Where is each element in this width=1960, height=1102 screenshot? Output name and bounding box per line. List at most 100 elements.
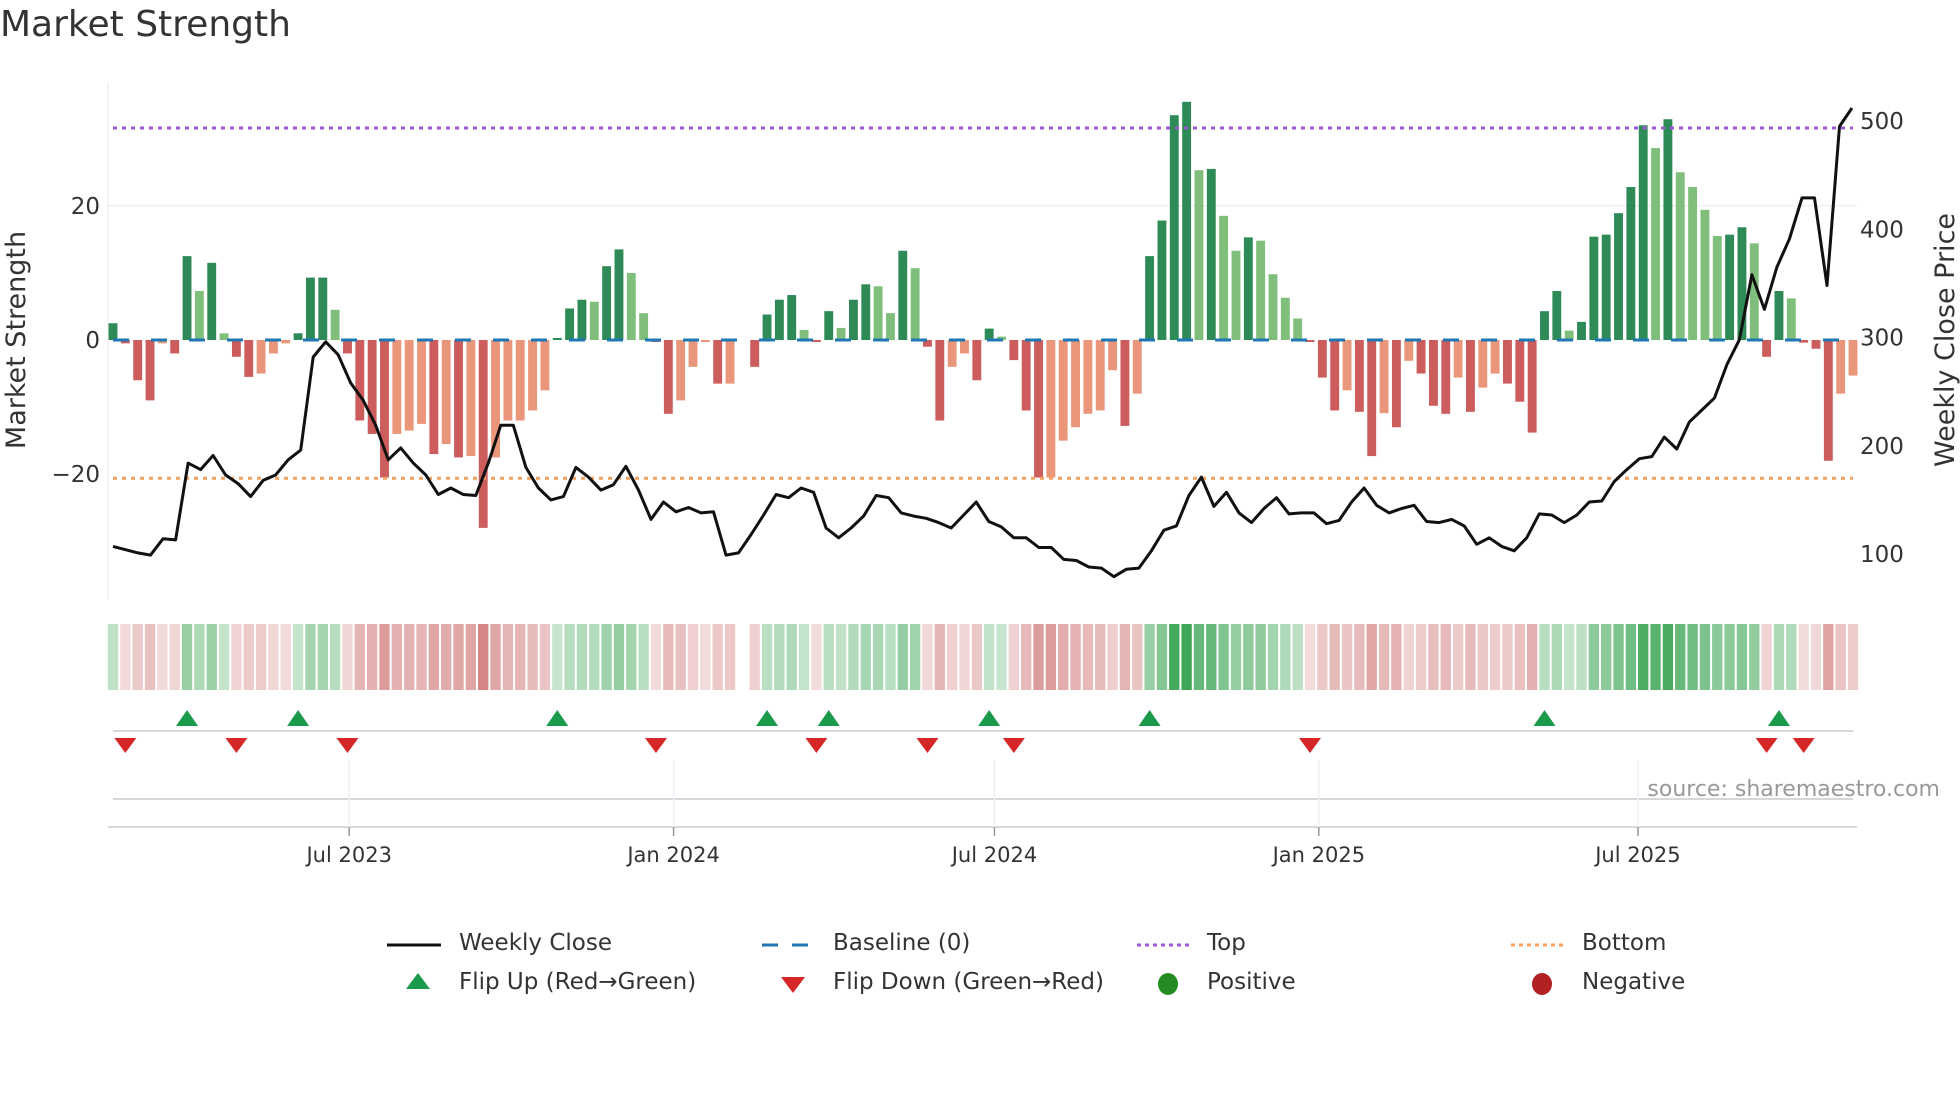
negative-bar <box>1034 340 1043 478</box>
negative-bar <box>466 340 476 457</box>
positive-bar <box>1725 234 1735 340</box>
negative-bar <box>1021 340 1031 411</box>
strength-strip-cell <box>1366 624 1377 690</box>
positive-bar <box>1577 321 1586 340</box>
strength-strip-cell <box>1008 624 1020 690</box>
negative-bar <box>1009 340 1019 361</box>
negative-bar <box>1367 340 1377 457</box>
flip-down-icon <box>781 977 805 993</box>
strength-strip-cell <box>527 624 538 690</box>
positive-bar <box>836 327 846 340</box>
positive-bar <box>1540 311 1549 340</box>
strength-strip-cell <box>712 624 723 690</box>
positive-bar <box>898 250 908 340</box>
strength-strip-cell <box>1058 624 1069 690</box>
strength-strip-cell <box>897 624 908 690</box>
strength-strip-cell <box>1625 624 1637 690</box>
strength-strip-cell <box>342 624 353 690</box>
strength-strip-cell <box>1144 624 1155 690</box>
positive-bar <box>1712 235 1722 340</box>
strength-strip-cell <box>1798 624 1809 690</box>
negative-bar <box>1046 340 1056 478</box>
strength-strip-cell <box>329 624 341 690</box>
flip-up-marker <box>1767 710 1790 726</box>
strength-strip-cell <box>132 624 143 690</box>
strength-strip-cell <box>564 624 575 690</box>
negative-bar <box>429 340 439 455</box>
strength-strip-cell <box>971 624 982 690</box>
strength-strip-cell <box>292 624 304 690</box>
x-tick-label: Jul 2023 <box>304 843 391 867</box>
strength-strip-cell <box>786 624 797 690</box>
strength-strip-cell <box>305 624 316 690</box>
negative-bar <box>688 340 698 367</box>
negative-bar <box>1354 340 1364 412</box>
negative-bar <box>540 340 550 391</box>
negative-dot-icon <box>1532 973 1552 995</box>
strength-strip-cell <box>206 624 217 690</box>
strength-strip-cell <box>1070 624 1081 690</box>
negative-bar <box>1453 340 1463 378</box>
positive-bar <box>626 272 636 340</box>
strength-strip-cell <box>1810 624 1822 690</box>
positive-bar <box>984 328 994 340</box>
flip-up-icon <box>406 973 430 989</box>
strength-strip-cell <box>996 624 1007 690</box>
negative-bar <box>713 340 723 384</box>
strength-strip-cell <box>1835 624 1846 690</box>
strength-strip-cell <box>366 624 378 690</box>
flip-down-marker <box>225 738 248 753</box>
positive-bar <box>1169 115 1179 340</box>
strength-strip-cell <box>959 624 970 690</box>
legend-bottom: Bottom <box>1582 930 1667 956</box>
strength-strip-cell <box>1736 624 1748 690</box>
negative-bar <box>1404 340 1414 361</box>
strength-strip-cell <box>1699 624 1711 690</box>
positive-bar <box>330 309 340 340</box>
positive-bar <box>1219 215 1229 340</box>
negative-bar <box>960 340 969 354</box>
strength-strip-cell <box>1428 624 1439 690</box>
strength-strip-cell <box>860 624 871 690</box>
positive-bar <box>799 329 809 340</box>
flip-down-marker <box>1002 738 1025 753</box>
negative-bar <box>392 340 402 434</box>
strength-strip-cell <box>243 624 254 690</box>
legend-baseline-swatch <box>762 943 816 947</box>
strength-strip-cell <box>909 624 921 690</box>
negative-bar <box>1330 340 1340 411</box>
flip-down-marker <box>1299 738 1322 753</box>
strength-strip-cell <box>1255 624 1266 690</box>
positive-bar <box>1268 274 1278 340</box>
strength-strip-cell <box>1132 624 1143 690</box>
negative-bar <box>1132 340 1142 394</box>
legend-flip-down: Flip Down (Green→Red) <box>833 969 1104 995</box>
y-tick-label: 20 <box>71 194 100 220</box>
strength-strip-cell <box>1415 624 1427 690</box>
flip-up-marker <box>978 710 1001 726</box>
strength-strip-cell <box>1280 624 1291 690</box>
positive-bar <box>1688 187 1698 340</box>
positive-bar <box>1601 234 1611 340</box>
strength-strip-cell <box>1847 624 1859 690</box>
negative-bar <box>972 340 982 381</box>
negative-bar <box>281 340 291 344</box>
negative-bar <box>1466 340 1475 412</box>
strength-strip-cell <box>638 624 649 690</box>
strength-strip-cell <box>428 624 440 690</box>
negative-bar <box>1416 340 1426 374</box>
strength-strip-cell <box>984 624 995 690</box>
strength-strip-cell <box>255 624 267 690</box>
x-tick-label: Jan 2024 <box>625 843 720 867</box>
strength-strip-cell <box>453 624 464 690</box>
negative-bar <box>454 340 463 458</box>
strength-strip-cell <box>1193 624 1205 690</box>
positive-bar <box>552 337 562 340</box>
strength-strip-cell <box>1551 624 1562 690</box>
strength-strip-cell <box>441 624 452 690</box>
strength-strip-cell <box>539 624 551 690</box>
positive-bar <box>787 295 797 340</box>
negative-bar <box>1848 340 1858 376</box>
positive-bar <box>1638 125 1648 340</box>
negative-bar <box>1490 340 1500 374</box>
